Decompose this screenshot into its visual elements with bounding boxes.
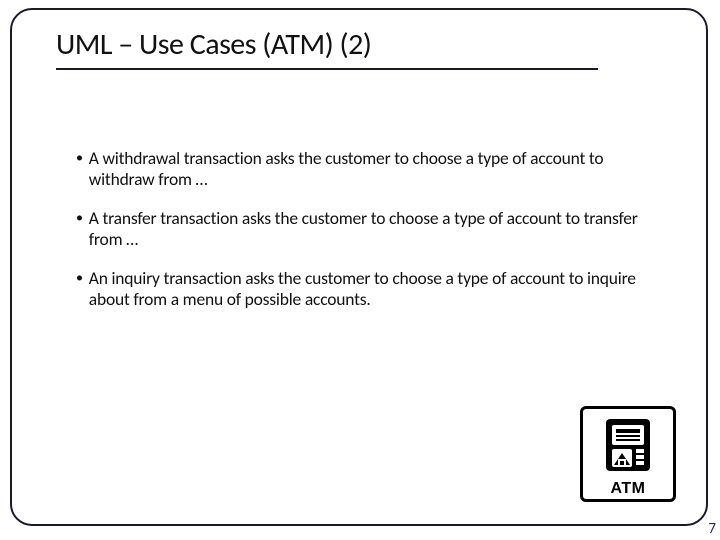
atm-icon-label: ATM — [611, 480, 646, 498]
bullet-dot-icon: • — [76, 148, 83, 168]
title-underline — [56, 68, 598, 70]
page-number: 7 — [708, 520, 716, 538]
slide-title: UML – Use Cases (ATM) (2) — [56, 26, 371, 63]
list-item: • A transfer transaction asks the custom… — [76, 208, 644, 250]
bullet-list: • A withdrawal transaction asks the cust… — [76, 148, 644, 328]
bullet-dot-icon: • — [76, 268, 83, 288]
list-item: • An inquiry transaction asks the custom… — [76, 268, 644, 310]
list-item: • A withdrawal transaction asks the cust… — [76, 148, 644, 190]
bullet-dot-icon: • — [76, 208, 83, 228]
bullet-text: A transfer transaction asks the customer… — [89, 208, 644, 250]
bullet-text: An inquiry transaction asks the customer… — [89, 268, 644, 310]
atm-icon: ATM — [580, 406, 676, 502]
bullet-text: A withdrawal transaction asks the custom… — [89, 148, 644, 190]
